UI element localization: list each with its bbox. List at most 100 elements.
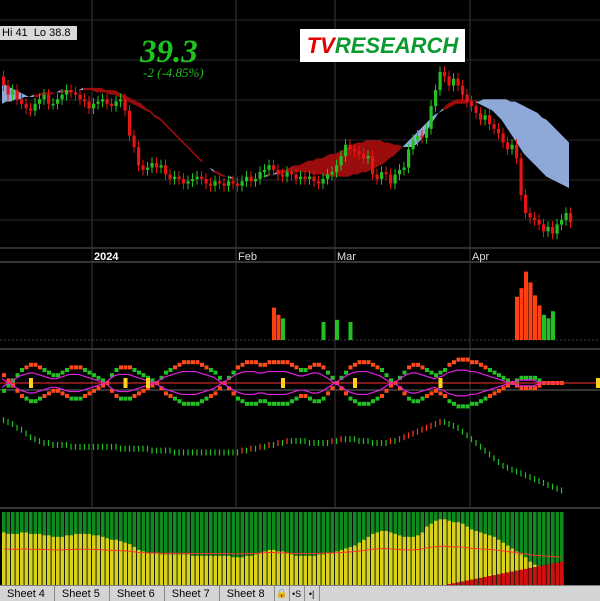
candle-body xyxy=(155,163,159,168)
oscillator-dot xyxy=(524,386,528,391)
candle-body xyxy=(533,217,537,220)
candle-body xyxy=(33,103,37,111)
histogram-bar xyxy=(204,555,209,585)
histogram-bar xyxy=(389,532,393,585)
candle-body xyxy=(510,144,514,150)
candle-body xyxy=(407,149,411,168)
cloud-segment xyxy=(33,94,38,97)
oscillator-dot xyxy=(465,357,470,362)
candle-body xyxy=(186,181,190,184)
oscillator-dot xyxy=(137,391,141,396)
oscillator-dot xyxy=(240,399,245,404)
oscillator-dot xyxy=(312,399,317,404)
candle-body xyxy=(555,224,559,234)
oscillator-dot xyxy=(447,399,452,404)
oscillator-dot xyxy=(218,375,222,380)
tab-sheet-4[interactable]: Sheet 4 xyxy=(0,586,55,601)
oscillator-dot xyxy=(204,365,209,370)
oscillator-dot xyxy=(420,396,425,401)
histogram-bar xyxy=(137,549,141,585)
candle-body xyxy=(137,147,141,166)
oscillator-dot xyxy=(299,394,303,398)
oscillator-dot xyxy=(173,365,177,370)
volume-bar xyxy=(515,296,519,340)
oscillator-dot xyxy=(258,399,263,404)
oscillator-dot xyxy=(285,401,290,406)
histogram-bar xyxy=(227,555,231,585)
oscillator-dot xyxy=(74,396,78,401)
tab-sheet-7-label: Sheet 7 xyxy=(171,587,210,600)
oscillator-dot xyxy=(38,365,42,370)
sheet-sync-button[interactable]: •S xyxy=(290,586,305,601)
oscillator-dot xyxy=(308,396,312,401)
candle-body xyxy=(519,158,523,195)
candle-body xyxy=(546,226,550,232)
tab-sheet-7[interactable]: Sheet 7 xyxy=(165,586,220,601)
candle-body xyxy=(308,176,312,179)
chart-svg[interactable]: 2024 Feb Mar Apr xyxy=(0,0,600,585)
histogram-bar xyxy=(123,542,128,585)
oscillator-dot xyxy=(492,391,497,396)
histogram-bar xyxy=(434,520,438,585)
candle-body xyxy=(303,176,307,179)
candle-body xyxy=(128,110,132,136)
tab-sheet-5[interactable]: Sheet 5 xyxy=(55,586,110,601)
histogram-red-bar xyxy=(479,577,483,585)
candle-body xyxy=(465,94,469,102)
cloud-segment xyxy=(353,142,358,175)
candle-body xyxy=(438,71,442,91)
histogram-bar xyxy=(461,523,465,585)
candle-body xyxy=(452,78,456,86)
oscillator-dot xyxy=(483,365,488,370)
oscillator-dot xyxy=(330,386,335,391)
tab-sheet-4-label: Sheet 4 xyxy=(7,587,45,600)
oscillator-dot xyxy=(65,368,69,372)
lock-icon[interactable]: 🔒 xyxy=(275,586,290,601)
histogram-bar xyxy=(470,529,474,585)
histogram-bar xyxy=(258,552,263,585)
oscillator-dot xyxy=(348,365,353,370)
oscillator-dot xyxy=(267,360,272,365)
oscillator-dot xyxy=(411,362,416,367)
histogram-bar xyxy=(218,555,222,585)
cloud-segment xyxy=(380,140,385,166)
oscillator-dot xyxy=(528,375,533,380)
candle-body xyxy=(537,219,541,225)
histogram-bar xyxy=(474,530,479,585)
candle-body xyxy=(456,78,460,86)
oscillator-dot xyxy=(470,360,474,365)
candle-body xyxy=(15,90,19,100)
time-axis-label: 2024 xyxy=(94,251,119,263)
oscillator-dot xyxy=(74,365,78,370)
histogram-bar xyxy=(60,536,65,585)
oscillator-dot xyxy=(416,362,420,367)
candle-body xyxy=(150,163,154,168)
chart-area[interactable]: 2024 Feb Mar Apr xyxy=(0,0,600,585)
candle-body xyxy=(425,128,429,138)
candle-body xyxy=(384,172,388,175)
oscillator-dot xyxy=(434,373,438,378)
volume-bar xyxy=(533,295,537,340)
histogram-bar xyxy=(443,519,447,585)
tab-sheet-6[interactable]: Sheet 6 xyxy=(110,586,165,601)
candle-body xyxy=(317,181,321,184)
oscillator-dot xyxy=(33,362,38,367)
histogram-bar xyxy=(393,533,398,585)
histogram-bar xyxy=(420,532,425,585)
oscillator-dot xyxy=(78,396,83,401)
oscillator-marker xyxy=(281,378,285,388)
candle-body xyxy=(416,135,420,141)
cloud-segment xyxy=(110,90,115,95)
oscillator-dot xyxy=(366,360,371,365)
oscillator-dot xyxy=(519,386,524,391)
histogram-red-bar xyxy=(515,570,519,585)
oscillator-dot xyxy=(294,365,299,370)
oscillator-dot xyxy=(528,386,533,391)
volume-bar xyxy=(537,305,542,340)
oscillator-dot xyxy=(425,394,429,398)
tab-sheet-8[interactable]: Sheet 8 xyxy=(220,586,275,601)
last-sheet-button[interactable]: •| xyxy=(305,586,320,601)
candle-body xyxy=(353,149,357,152)
candle-body xyxy=(101,99,105,102)
oscillator-dot xyxy=(402,391,407,396)
